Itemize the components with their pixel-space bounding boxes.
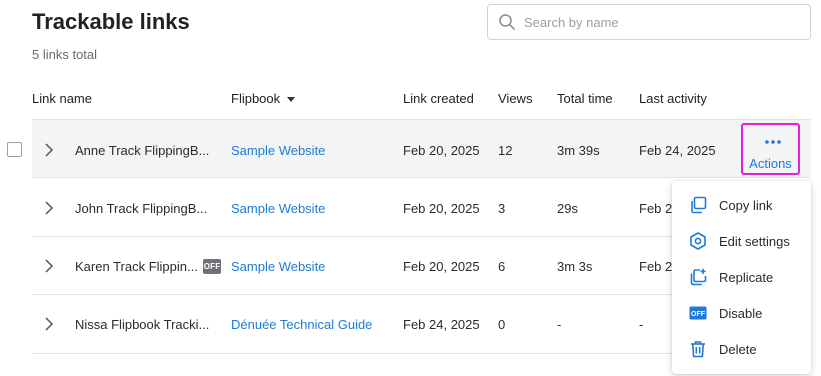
row-last-activity: Feb 24, 2025 xyxy=(639,143,716,158)
row-link-created: Feb 24, 2025 xyxy=(403,317,480,332)
col-header-flipbook[interactable]: Flipbook xyxy=(231,91,296,106)
menu-item-label: Replicate xyxy=(719,270,774,285)
row-link-name: John Track FlippingB... xyxy=(75,201,208,216)
sort-caret-down-icon xyxy=(287,97,296,103)
col-header-link-created[interactable]: Link created xyxy=(403,91,474,106)
row-link-name: Karen Track Flippin... xyxy=(75,259,198,274)
col-header-link-name[interactable]: Link name xyxy=(32,91,92,106)
menu-item-label: Disable xyxy=(719,306,763,321)
menu-item-label: Copy link xyxy=(719,198,773,213)
search-box[interactable] xyxy=(487,4,811,40)
disabled-off-badge: OFF xyxy=(203,259,221,274)
row-views: 6 xyxy=(498,259,506,274)
row-total-time: 3m 3s xyxy=(557,259,593,274)
actions-label: Actions xyxy=(749,156,792,171)
svg-text:OFF: OFF xyxy=(691,311,706,318)
page-title: Trackable links xyxy=(32,9,190,34)
col-header-last-activity[interactable]: Last activity xyxy=(639,91,707,106)
menu-item-replicate[interactable]: Replicate xyxy=(672,259,811,295)
replicate-icon xyxy=(690,268,707,286)
row-total-time: - xyxy=(557,317,562,332)
menu-item-delete[interactable]: Delete xyxy=(672,331,811,367)
row-link-name: Nissa Flipbook Tracki... xyxy=(75,317,210,332)
col-header-views[interactable]: Views xyxy=(498,91,532,106)
row-link-created: Feb 20, 2025 xyxy=(403,259,480,274)
row-flipbook-link[interactable]: Sample Website xyxy=(231,201,325,216)
row-flipbook-link[interactable]: Sample Website xyxy=(231,259,325,274)
col-header-total-time[interactable]: Total time xyxy=(557,91,613,106)
row-flipbook-link[interactable]: Sample Website xyxy=(231,143,325,158)
row-total-time: 29s xyxy=(557,201,578,216)
row-last-activity: - xyxy=(639,317,644,332)
chevron-right-icon[interactable] xyxy=(44,201,54,215)
chevron-right-icon[interactable] xyxy=(44,317,54,331)
row-views: 12 xyxy=(498,143,513,158)
row-link-created: Feb 20, 2025 xyxy=(403,201,480,216)
off-badge-icon: OFF xyxy=(689,306,707,320)
row-select-checkbox[interactable] xyxy=(7,142,22,157)
links-count: 5 links total xyxy=(32,47,98,62)
row-link-created: Feb 20, 2025 xyxy=(403,143,480,158)
search-icon xyxy=(499,14,515,30)
menu-item-label: Delete xyxy=(719,342,757,357)
row-views: 3 xyxy=(498,201,506,216)
row-views: 0 xyxy=(498,317,506,332)
menu-item-label: Edit settings xyxy=(719,234,790,249)
trash-icon xyxy=(691,341,705,358)
menu-item-edit-settings[interactable]: Edit settings xyxy=(672,223,811,259)
copy-icon xyxy=(691,196,707,214)
menu-item-disable[interactable]: OFF Disable xyxy=(672,295,811,331)
chevron-right-icon[interactable] xyxy=(44,143,54,157)
row-total-time: 3m 39s xyxy=(557,143,600,158)
actions-menu: Copy link Edit settings Replicate OFF Di… xyxy=(672,181,811,374)
more-horizontal-icon xyxy=(765,140,781,144)
settings-hexagon-icon xyxy=(690,232,706,250)
search-input[interactable] xyxy=(524,5,804,39)
row-flipbook-link[interactable]: Dénuée Technical Guide xyxy=(231,317,372,332)
chevron-right-icon[interactable] xyxy=(44,259,54,273)
actions-button[interactable]: Actions xyxy=(741,123,800,175)
menu-item-copy-link[interactable]: Copy link xyxy=(672,187,811,223)
row-link-name: Anne Track FlippingB... xyxy=(75,143,210,158)
